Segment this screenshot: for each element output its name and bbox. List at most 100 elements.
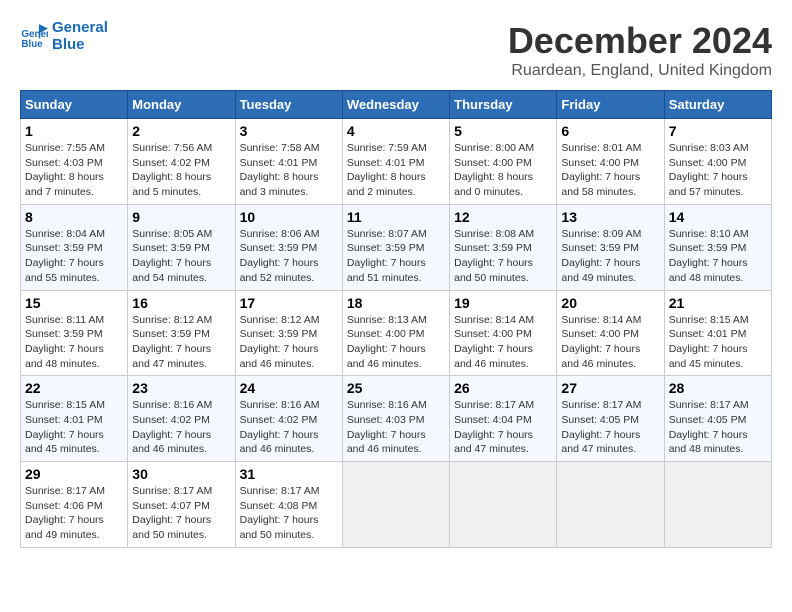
calendar-day-cell: 22Sunrise: 8:15 AMSunset: 4:01 PMDayligh… <box>21 376 128 462</box>
day-info: Sunrise: 8:11 AMSunset: 3:59 PMDaylight:… <box>25 313 123 372</box>
day-number: 19 <box>454 295 552 311</box>
day-number: 3 <box>240 123 338 139</box>
day-info: Sunrise: 8:12 AMSunset: 3:59 PMDaylight:… <box>240 313 338 372</box>
calendar-day-cell: 6 Sunrise: 8:01 AMSunset: 4:00 PMDaylight… <box>557 119 664 205</box>
title-area: December 2024 Ruardean, England, United … <box>508 20 772 80</box>
day-info: Sunrise: 8:14 AMSunset: 4:00 PMDaylight:… <box>454 313 552 372</box>
day-info: Sunrise: 8:05 AMSunset: 3:59 PMDaylight:… <box>132 227 230 286</box>
day-number: 6 <box>561 123 659 139</box>
calendar-day-cell: 27 Sunrise: 8:17 AMSunset: 4:05 PMDayligh… <box>557 376 664 462</box>
calendar-week-row: 1Sunrise: 7:55 AMSunset: 4:03 PMDaylight… <box>21 119 772 205</box>
day-info: Sunrise: 8:00 AMSunset: 4:00 PMDaylight:… <box>454 141 552 200</box>
calendar-day-cell: 25Sunrise: 8:16 AMSunset: 4:03 PMDayligh… <box>342 376 449 462</box>
day-number: 9 <box>132 209 230 225</box>
day-info: Sunrise: 8:10 AMSunset: 3:59 PMDaylight:… <box>669 227 767 286</box>
day-number: 27 <box>561 380 659 396</box>
day-number: 30 <box>132 466 230 482</box>
day-info: Sunrise: 8:07 AMSunset: 3:59 PMDaylight:… <box>347 227 445 286</box>
day-number: 10 <box>240 209 338 225</box>
calendar-day-cell: 2 Sunrise: 7:56 AMSunset: 4:02 PMDaylight… <box>128 119 235 205</box>
calendar-day-cell: 26 Sunrise: 8:17 AMSunset: 4:04 PMDayligh… <box>450 376 557 462</box>
weekday-header-friday: Friday <box>557 91 664 119</box>
day-number: 8 <box>25 209 123 225</box>
day-info: Sunrise: 7:55 AMSunset: 4:03 PMDaylight:… <box>25 141 123 200</box>
day-info: Sunrise: 8:17 AMSunset: 4:05 PMDaylight:… <box>669 398 767 457</box>
day-info: Sunrise: 8:17 AMSunset: 4:04 PMDaylight:… <box>454 398 552 457</box>
day-number: 23 <box>132 380 230 396</box>
day-info: Sunrise: 8:13 AMSunset: 4:00 PMDaylight:… <box>347 313 445 372</box>
day-number: 7 <box>669 123 767 139</box>
day-info: Sunrise: 8:06 AMSunset: 3:59 PMDaylight:… <box>240 227 338 286</box>
weekday-header-sunday: Sunday <box>21 91 128 119</box>
calendar-day-cell: 9 Sunrise: 8:05 AMSunset: 3:59 PMDaylight… <box>128 204 235 290</box>
calendar-body: 1Sunrise: 7:55 AMSunset: 4:03 PMDaylight… <box>21 119 772 548</box>
calendar-day-cell <box>557 462 664 548</box>
day-number: 25 <box>347 380 445 396</box>
day-info: Sunrise: 8:17 AMSunset: 4:06 PMDaylight:… <box>25 484 123 543</box>
calendar-day-cell: 13 Sunrise: 8:09 AMSunset: 3:59 PMDayligh… <box>557 204 664 290</box>
day-number: 13 <box>561 209 659 225</box>
day-number: 20 <box>561 295 659 311</box>
calendar-week-row: 29 Sunrise: 8:17 AMSunset: 4:06 PMDayligh… <box>21 462 772 548</box>
day-info: Sunrise: 7:56 AMSunset: 4:02 PMDaylight:… <box>132 141 230 200</box>
calendar-day-cell <box>342 462 449 548</box>
day-number: 26 <box>454 380 552 396</box>
day-info: Sunrise: 8:03 AMSunset: 4:00 PMDaylight:… <box>669 141 767 200</box>
svg-text:Blue: Blue <box>21 38 43 49</box>
day-number: 28 <box>669 380 767 396</box>
calendar-day-cell: 8 Sunrise: 8:04 AMSunset: 3:59 PMDaylight… <box>21 204 128 290</box>
day-number: 29 <box>25 466 123 482</box>
calendar-day-cell: 7 Sunrise: 8:03 AMSunset: 4:00 PMDaylight… <box>664 119 771 205</box>
calendar-day-cell: 3 Sunrise: 7:58 AMSunset: 4:01 PMDaylight… <box>235 119 342 205</box>
calendar-day-cell: 10 Sunrise: 8:06 AMSunset: 3:59 PMDayligh… <box>235 204 342 290</box>
day-info: Sunrise: 8:12 AMSunset: 3:59 PMDaylight:… <box>132 313 230 372</box>
day-info: Sunrise: 8:14 AMSunset: 4:00 PMDaylight:… <box>561 313 659 372</box>
weekday-header-tuesday: Tuesday <box>235 91 342 119</box>
day-info: Sunrise: 8:08 AMSunset: 3:59 PMDaylight:… <box>454 227 552 286</box>
calendar-title: December 2024 <box>508 20 772 62</box>
day-info: Sunrise: 8:15 AMSunset: 4:01 PMDaylight:… <box>669 313 767 372</box>
day-number: 18 <box>347 295 445 311</box>
day-number: 2 <box>132 123 230 139</box>
header: General Blue GeneralBlue December 2024 R… <box>20 20 772 80</box>
calendar-day-cell: 19 Sunrise: 8:14 AMSunset: 4:00 PMDayligh… <box>450 290 557 376</box>
day-info: Sunrise: 8:09 AMSunset: 3:59 PMDaylight:… <box>561 227 659 286</box>
calendar-day-cell: 11Sunrise: 8:07 AMSunset: 3:59 PMDayligh… <box>342 204 449 290</box>
calendar-subtitle: Ruardean, England, United Kingdom <box>508 62 772 80</box>
calendar-day-cell: 15 Sunrise: 8:11 AMSunset: 3:59 PMDayligh… <box>21 290 128 376</box>
day-info: Sunrise: 7:59 AMSunset: 4:01 PMDaylight:… <box>347 141 445 200</box>
day-info: Sunrise: 8:17 AMSunset: 4:05 PMDaylight:… <box>561 398 659 457</box>
calendar-week-row: 8 Sunrise: 8:04 AMSunset: 3:59 PMDaylight… <box>21 204 772 290</box>
calendar-day-cell: 4 Sunrise: 7:59 AMSunset: 4:01 PMDaylight… <box>342 119 449 205</box>
weekday-header-thursday: Thursday <box>450 91 557 119</box>
day-number: 12 <box>454 209 552 225</box>
day-info: Sunrise: 8:16 AMSunset: 4:02 PMDaylight:… <box>240 398 338 457</box>
calendar-day-cell: 31Sunrise: 8:17 AMSunset: 4:08 PMDayligh… <box>235 462 342 548</box>
calendar-day-cell: 18 Sunrise: 8:13 AMSunset: 4:00 PMDayligh… <box>342 290 449 376</box>
day-info: Sunrise: 8:01 AMSunset: 4:00 PMDaylight:… <box>561 141 659 200</box>
weekday-header-saturday: Saturday <box>664 91 771 119</box>
logo-icon: General Blue <box>20 23 48 51</box>
calendar-day-cell: 1Sunrise: 7:55 AMSunset: 4:03 PMDaylight… <box>21 119 128 205</box>
calendar-day-cell: 17Sunrise: 8:12 AMSunset: 3:59 PMDayligh… <box>235 290 342 376</box>
logo-text: GeneralBlue <box>52 20 108 53</box>
calendar-day-cell: 12 Sunrise: 8:08 AMSunset: 3:59 PMDayligh… <box>450 204 557 290</box>
day-info: Sunrise: 8:17 AMSunset: 4:07 PMDaylight:… <box>132 484 230 543</box>
day-number: 22 <box>25 380 123 396</box>
calendar-day-cell <box>664 462 771 548</box>
calendar-day-cell: 24Sunrise: 8:16 AMSunset: 4:02 PMDayligh… <box>235 376 342 462</box>
day-info: Sunrise: 7:58 AMSunset: 4:01 PMDaylight:… <box>240 141 338 200</box>
day-number: 21 <box>669 295 767 311</box>
calendar-day-cell: 5Sunrise: 8:00 AMSunset: 4:00 PMDaylight… <box>450 119 557 205</box>
calendar-day-cell: 14Sunrise: 8:10 AMSunset: 3:59 PMDayligh… <box>664 204 771 290</box>
calendar-day-cell: 28 Sunrise: 8:17 AMSunset: 4:05 PMDayligh… <box>664 376 771 462</box>
weekday-header-monday: Monday <box>128 91 235 119</box>
calendar-day-cell: 21 Sunrise: 8:15 AMSunset: 4:01 PMDayligh… <box>664 290 771 376</box>
day-info: Sunrise: 8:17 AMSunset: 4:08 PMDaylight:… <box>240 484 338 543</box>
day-info: Sunrise: 8:16 AMSunset: 4:02 PMDaylight:… <box>132 398 230 457</box>
day-number: 15 <box>25 295 123 311</box>
calendar-day-cell: 23 Sunrise: 8:16 AMSunset: 4:02 PMDayligh… <box>128 376 235 462</box>
day-info: Sunrise: 8:04 AMSunset: 3:59 PMDaylight:… <box>25 227 123 286</box>
logo: General Blue GeneralBlue <box>20 20 108 53</box>
day-number: 4 <box>347 123 445 139</box>
